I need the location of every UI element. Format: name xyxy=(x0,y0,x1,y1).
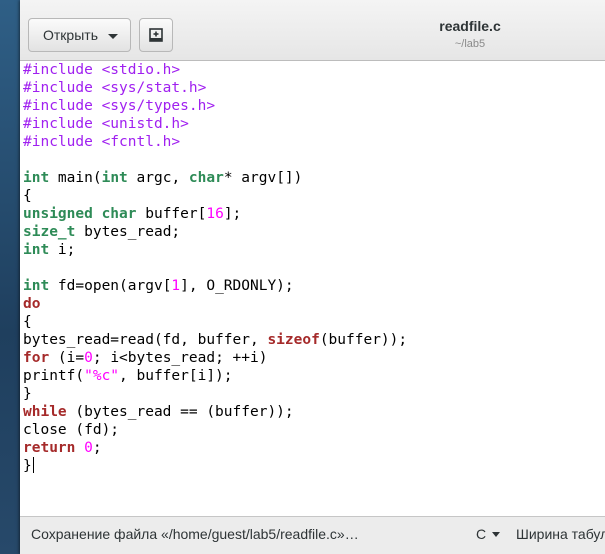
open-button-label: Открыть xyxy=(43,27,98,43)
tab-width-selector[interactable]: Ширина табуляции xyxy=(516,526,605,542)
code-token: do xyxy=(23,296,41,312)
code-line: close (fd); xyxy=(23,421,119,439)
code-token: (bytes_read == (buffer)); xyxy=(66,404,294,420)
code-token: close (fd); xyxy=(23,422,120,438)
code-line: int i; xyxy=(23,241,75,259)
code-line: for (i=0; i<bytes_read; ++i) xyxy=(23,349,267,367)
code-token: for xyxy=(23,350,50,366)
code-token: char xyxy=(188,170,224,186)
code-editor[interactable]: #include <stdio.h> #include <sys/stat.h> #… xyxy=(20,61,605,517)
desktop-background xyxy=(0,0,22,554)
code-token: size_t xyxy=(23,224,76,240)
code-line: } xyxy=(23,385,32,403)
status-bar: Сохранение файла «/home/guest/lab5/readf… xyxy=(20,516,605,554)
code-token: (buffer)); xyxy=(319,332,408,348)
code-line: #include <sys/types.h> xyxy=(23,97,215,115)
code-token: ; i<bytes_read; ++i) xyxy=(92,350,268,366)
code-token: fd=open(argv[ xyxy=(49,278,172,294)
code-token: } xyxy=(23,386,32,402)
open-button[interactable]: Открыть xyxy=(28,18,131,52)
code-token: ]; xyxy=(223,206,242,222)
code-token: bytes_read; xyxy=(75,224,181,240)
code-token: int xyxy=(23,242,50,258)
code-token: 0 xyxy=(84,350,93,366)
code-token: int xyxy=(23,278,50,294)
code-token: return xyxy=(23,440,76,456)
code-token: i; xyxy=(49,242,76,258)
code-token: 16 xyxy=(206,206,224,222)
window-subtitle: ~/lab5 xyxy=(454,38,486,50)
code-line: #include <sys/stat.h> xyxy=(23,79,206,97)
chevron-down-icon xyxy=(108,34,118,39)
code-line: { xyxy=(23,313,32,331)
gedit-window: Открыть readfile.c ~/lab5 #include <stdi… xyxy=(20,0,605,554)
title-block: readfile.c ~/lab5 xyxy=(345,18,595,50)
code-line: size_t bytes_read; xyxy=(23,223,180,241)
code-token: #include <sys/stat.h> xyxy=(23,80,207,96)
code-line: int fd=open(argv[1], O_RDONLY); xyxy=(23,277,294,295)
code-token: "%c" xyxy=(84,368,120,384)
code-line: while (bytes_read == (buffer)); xyxy=(23,403,294,421)
code-line: { xyxy=(23,187,32,205)
status-message: Сохранение файла «/home/guest/lab5/readf… xyxy=(31,526,359,542)
code-line: return 0; xyxy=(23,439,102,457)
window-title: readfile.c xyxy=(439,18,501,34)
code-token: 0 xyxy=(84,440,93,456)
language-selector[interactable]: C xyxy=(476,526,501,542)
code-token: #include <fcntl.h> xyxy=(23,134,181,150)
code-token: printf( xyxy=(23,368,85,384)
code-token: { xyxy=(23,188,32,204)
code-token: { xyxy=(23,314,32,330)
code-token: int xyxy=(101,170,128,186)
code-line: do xyxy=(23,295,40,313)
code-token: ], O_RDONLY); xyxy=(180,278,294,294)
code-line: #include <unistd.h> xyxy=(23,115,189,133)
code-token: 1 xyxy=(171,278,181,294)
code-token: sizeof xyxy=(267,332,320,348)
code-token: bytes_read=read(fd, buffer, xyxy=(23,332,268,348)
code-token: main( xyxy=(49,170,102,186)
code-line: printf("%c", buffer[i]); xyxy=(23,367,233,385)
code-token: } xyxy=(23,458,32,474)
text-cursor xyxy=(32,457,34,473)
code-token: #include <sys/types.h> xyxy=(23,98,216,114)
code-line: unsigned char buffer[16]; xyxy=(23,205,241,223)
code-token: * argv[]) xyxy=(223,170,303,186)
code-line: #include <stdio.h> xyxy=(23,61,180,79)
new-document-button[interactable] xyxy=(139,18,173,52)
code-line: #include <fcntl.h> xyxy=(23,133,180,151)
new-document-icon xyxy=(149,28,163,42)
code-token: int xyxy=(23,170,50,186)
code-token: #include <unistd.h> xyxy=(23,116,189,132)
language-label: C xyxy=(476,526,487,542)
code-line: } xyxy=(23,457,34,475)
code-token: while xyxy=(23,404,67,420)
code-token: argc, xyxy=(127,170,189,186)
header-bar: Открыть readfile.c ~/lab5 xyxy=(20,0,605,61)
code-token: , buffer[i]); xyxy=(119,368,233,384)
code-token: buffer[ xyxy=(136,206,207,222)
tab-width-label: Ширина табуляции xyxy=(516,526,605,542)
code-token: unsigned char xyxy=(23,206,137,222)
code-line: bytes_read=read(fd, buffer, sizeof(buffe… xyxy=(23,331,407,349)
code-token: #include <stdio.h> xyxy=(23,62,181,78)
code-token: (i= xyxy=(49,350,85,366)
code-token: ; xyxy=(92,440,102,456)
chevron-down-icon xyxy=(492,532,501,537)
code-line: int main(int argc, char* argv[]) xyxy=(23,169,302,187)
